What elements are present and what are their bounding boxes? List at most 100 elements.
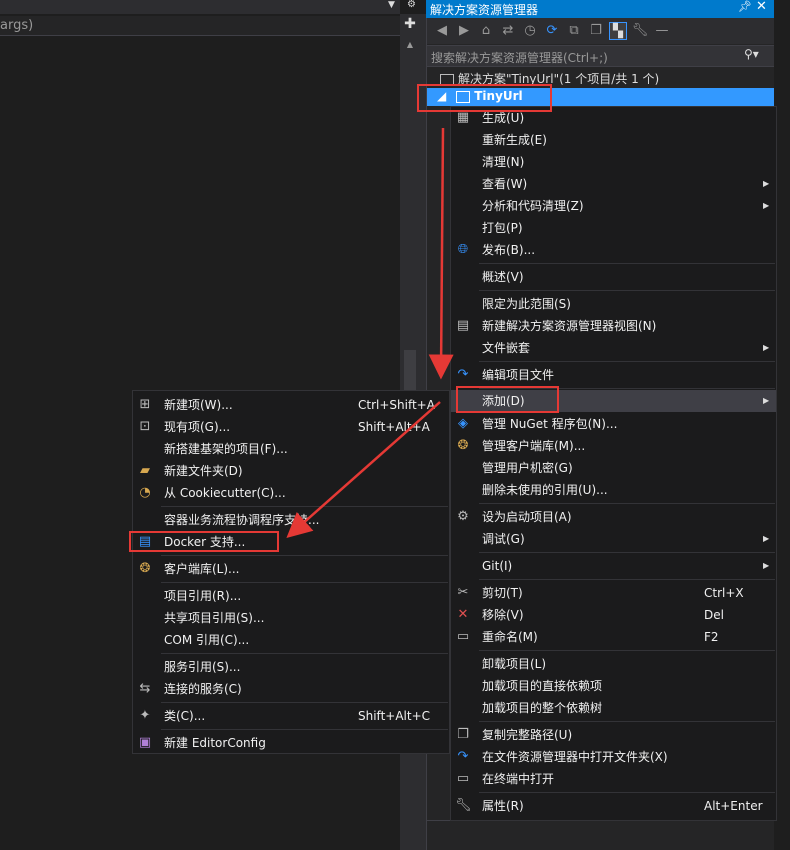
editor-navigation-bar[interactable]: args) — [0, 16, 400, 36]
search-input[interactable]: 搜索解决方案资源管理器(Ctrl+;) — [427, 45, 774, 67]
pending-changes-filter-icon[interactable]: ◷ — [521, 22, 539, 40]
navigation-member-text: args) — [0, 18, 34, 33]
menu-item-set-startup[interactable]: ⚙ 设为启动项目(A) — [451, 506, 776, 528]
menu-separator — [161, 555, 448, 556]
submenu-item-existing-item[interactable]: ⊡ 现有项(G)... Shift+Alt+A — [133, 416, 449, 438]
submenu-item-cookiecutter[interactable]: ◔ 从 Cookiecutter(C)... — [133, 482, 449, 504]
annotation-box-project — [417, 84, 552, 112]
menu-item-new-view[interactable]: ▤ 新建解决方案资源管理器视图(N) — [451, 315, 776, 337]
menu-item-open-in-explorer[interactable]: ↷ 在文件资源管理器中打开文件夹(X) — [451, 746, 776, 768]
menu-separator — [479, 361, 775, 362]
submenu-item-editorconfig[interactable]: ▣ 新建 EditorConfig — [133, 732, 449, 754]
shortcut-text: Shift+Alt+A — [358, 420, 430, 434]
delete-x-icon: ✕ — [457, 607, 469, 622]
menu-separator — [479, 503, 775, 504]
menu-item-clean[interactable]: 清理(N) — [451, 151, 776, 173]
scissors-icon: ✂ — [457, 585, 469, 600]
switch-views-icon[interactable]: ⇄ — [499, 22, 517, 40]
menu-item-rebuild[interactable]: 重新生成(E) — [451, 129, 776, 151]
menu-item-analyze[interactable]: 分析和代码清理(Z) ▶ — [451, 195, 776, 217]
menu-item-publish[interactable]: 🌐︎ 发布(B)... — [451, 239, 776, 261]
submenu-item-class[interactable]: ✦ 类(C)... Shift+Alt+C — [133, 705, 449, 727]
show-all-files-icon[interactable]: ❐ — [587, 22, 605, 40]
submenu-item-connected-services[interactable]: ⇆ 连接的服务(C) — [133, 678, 449, 700]
pin-icon[interactable]: 📌︎ — [738, 0, 752, 13]
terminal-icon: ▭ — [456, 771, 470, 786]
menu-item-view[interactable]: 查看(W) ▶ — [451, 173, 776, 195]
minimize-icon[interactable]: — — [653, 22, 671, 40]
gear-icon[interactable]: ⚙ — [407, 0, 416, 10]
submenu-arrow-icon: ▶ — [763, 534, 770, 543]
shortcut-text: F2 — [704, 630, 719, 644]
menu-item-pack[interactable]: 打包(P) — [451, 217, 776, 239]
copy-icon: ❐ — [457, 727, 469, 742]
editor-tab-strip — [0, 0, 400, 14]
sync-icon[interactable]: ⟳ — [543, 22, 561, 40]
tab-dropdown-icon[interactable]: ▼ — [388, 0, 395, 10]
preview-selected-icon[interactable]: ▚ — [609, 22, 627, 40]
home-icon[interactable]: ⌂ — [477, 22, 495, 40]
menu-item-file-nesting[interactable]: 文件嵌套 ▶ — [451, 337, 776, 359]
menu-item-overview[interactable]: 概述(V) — [451, 266, 776, 288]
menu-separator — [479, 650, 775, 651]
menu-separator — [161, 702, 448, 703]
annotation-box-docker — [129, 531, 279, 552]
menu-separator — [479, 792, 775, 793]
shortcut-text: Ctrl+Shift+A — [358, 398, 435, 412]
menu-item-manage-client-libs[interactable]: ❂ 管理客户端库(M)... — [451, 435, 776, 457]
globe-icon: 🌐︎ — [457, 242, 469, 257]
submenu-item-client-library[interactable]: ❂ 客户端库(L)... — [133, 558, 449, 580]
submenu-item-scaffolded[interactable]: 新搭建基架的项目(F)... — [133, 438, 449, 460]
submenu-arrow-icon: ▶ — [763, 201, 770, 210]
wrench-icon: 🔧︎ — [455, 798, 472, 813]
submenu-item-shared-project-reference[interactable]: 共享项目引用(S)... — [133, 607, 449, 629]
menu-item-properties[interactable]: 🔧︎ 属性(R) Alt+Enter — [451, 795, 776, 817]
solution-explorer-title[interactable]: 解决方案资源管理器 — [426, 0, 774, 18]
menu-item-load-direct-deps[interactable]: 加载项目的直接依赖项 — [451, 675, 776, 697]
properties-wrench-icon[interactable]: 🔧︎ — [631, 22, 649, 40]
menu-item-edit-project-file[interactable]: ↷ 编辑项目文件 — [451, 364, 776, 386]
back-icon[interactable]: ◀ — [433, 22, 451, 40]
menu-item-remove[interactable]: ✕ 移除(V) Del — [451, 604, 776, 626]
shortcut-text: Del — [704, 608, 724, 622]
menu-item-scope[interactable]: 限定为此范围(S) — [451, 293, 776, 315]
submenu-item-service-reference[interactable]: 服务引用(S)... — [133, 656, 449, 678]
new-view-icon: ▤ — [456, 318, 470, 333]
submenu-item-new-folder[interactable]: ▰ 新建文件夹(D) — [133, 460, 449, 482]
project-context-menu: ▦ 生成(U) 重新生成(E) 清理(N) 查看(W) ▶ 分析和代码清理(Z) ▶ … — [450, 106, 777, 821]
menu-item-debug[interactable]: 调试(G) ▶ — [451, 528, 776, 550]
submenu-item-project-reference[interactable]: 项目引用(R)... — [133, 585, 449, 607]
menu-item-open-in-terminal[interactable]: ▭ 在终端中打开 — [451, 768, 776, 790]
annotation-box-add — [456, 386, 559, 413]
close-icon[interactable]: ✕ — [756, 0, 767, 14]
menu-item-user-secrets[interactable]: 管理用户机密(G) — [451, 457, 776, 479]
menu-item-cut[interactable]: ✂ 剪切(T) Ctrl+X — [451, 582, 776, 604]
shortcut-text: Ctrl+X — [704, 586, 744, 600]
add-submenu: ⊞ 新建项(W)... Ctrl+Shift+A ⊡ 现有项(G)... Shift+A… — [132, 390, 450, 754]
search-icon[interactable]: ⚲▾ — [744, 47, 759, 61]
submenu-item-com-reference[interactable]: COM 引用(C)... — [133, 629, 449, 651]
menu-item-rename[interactable]: ▭ 重命名(M) F2 — [451, 626, 776, 648]
scroll-up-icon[interactable]: ▲ — [404, 40, 416, 52]
class-icon: ✦ — [139, 708, 151, 723]
split-editor-icon[interactable]: ✚ — [401, 16, 419, 34]
redo-arrow-icon: ↷ — [457, 367, 469, 382]
cookie-icon: ◔ — [139, 485, 151, 500]
menu-item-git[interactable]: Git(I) ▶ — [451, 555, 776, 577]
menu-item-manage-nuget[interactable]: ◈ 管理 NuGet 程序包(N)... — [451, 413, 776, 435]
editorconfig-icon: ▣ — [138, 735, 152, 750]
menu-item-remove-unused-refs[interactable]: 删除未使用的引用(U)... — [451, 479, 776, 501]
menu-item-load-dep-tree[interactable]: 加载项目的整个依赖树 — [451, 697, 776, 719]
collapse-all-icon[interactable]: ⧉ — [565, 22, 583, 40]
submenu-arrow-icon: ▶ — [763, 396, 770, 405]
connected-service-icon: ⇆ — [139, 681, 151, 696]
menu-item-unload-project[interactable]: 卸载项目(L) — [451, 653, 776, 675]
submenu-item-new-item[interactable]: ⊞ 新建项(W)... Ctrl+Shift+A — [133, 394, 449, 416]
menu-item-copy-full-path[interactable]: ❐ 复制完整路径(U) — [451, 724, 776, 746]
menu-separator — [479, 721, 775, 722]
menu-separator — [161, 506, 448, 507]
forward-icon[interactable]: ▶ — [455, 22, 473, 40]
search-placeholder: 搜索解决方案资源管理器(Ctrl+;) — [431, 51, 608, 65]
ide-window: ▼ ⚙ args) ✚ ▲ 解决方案资源管理器 📌︎ ✕ ◀ ▶ ⌂ ⇄ ◷ ⟳… — [0, 0, 790, 850]
submenu-item-container-orchestrator[interactable]: 容器业务流程协调程序支持... — [133, 509, 449, 531]
